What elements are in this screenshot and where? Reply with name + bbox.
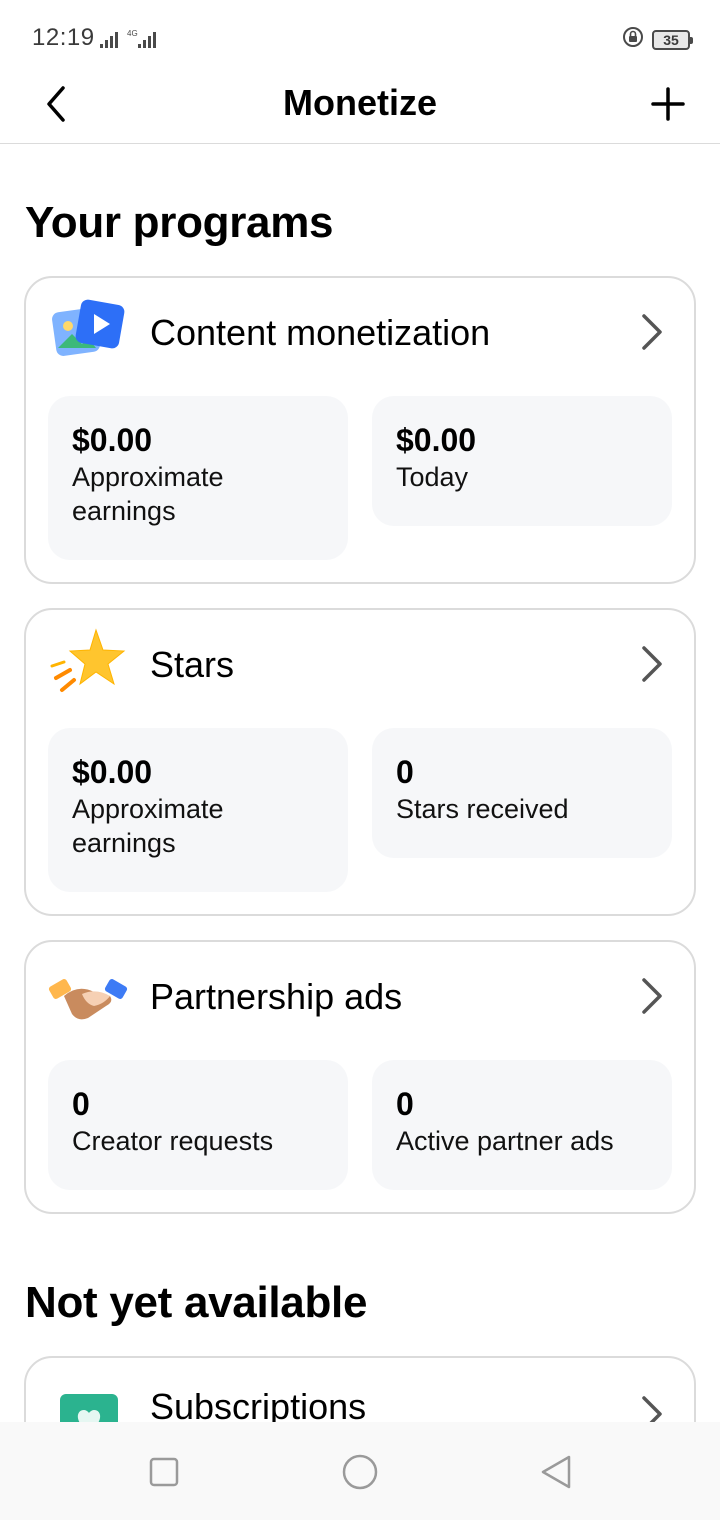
circle-icon — [342, 1454, 378, 1490]
rotation-lock-icon — [622, 26, 644, 53]
system-back-button[interactable] — [534, 1450, 578, 1494]
triangle-back-icon — [541, 1455, 571, 1489]
stat-value: $0.00 — [72, 422, 153, 458]
stat-value: 0 — [396, 1086, 414, 1122]
stat-label: Approximate earnings — [72, 794, 224, 858]
section-title-your-programs: Your programs — [25, 198, 334, 247]
add-button[interactable] — [642, 78, 694, 130]
stat-value: 0 — [396, 754, 414, 790]
program-card-content-monetization[interactable]: Content monetization $0.00 Approximate e… — [24, 276, 696, 584]
stat-value: $0.00 — [396, 422, 477, 458]
stat-label: Approximate earnings — [72, 462, 224, 526]
card-header[interactable]: Content monetization — [26, 278, 694, 390]
card-header[interactable]: Stars — [26, 610, 694, 722]
stat-label: Today — [396, 462, 469, 492]
stat-today: $0.00 Today — [372, 396, 672, 526]
stat-label: Active partner ads — [396, 1126, 614, 1156]
stat-label: Stars received — [396, 794, 569, 824]
chevron-right-icon — [636, 976, 668, 1016]
chevron-right-icon — [636, 312, 668, 352]
card-title: Content monetization — [150, 312, 491, 353]
app-header: Monetize — [0, 76, 720, 144]
home-button[interactable] — [338, 1450, 382, 1494]
photo-video-icon — [48, 292, 128, 372]
status-right: 35 — [622, 26, 693, 53]
stat-label: Creator requests — [72, 1126, 274, 1156]
program-card-partnership-ads[interactable]: Partnership ads 0 Creator requests 0 Act… — [24, 940, 696, 1214]
star-icon — [48, 624, 128, 704]
stat-approximate-earnings: $0.00 Approximate earnings — [48, 728, 348, 892]
stat-stars-received: 0 Stars received — [372, 728, 672, 858]
status-bar: 12:19 4G 35 — [0, 0, 720, 76]
network-type: 4G — [127, 29, 138, 38]
stat-value: $0.00 — [72, 754, 153, 790]
program-card-stars[interactable]: Stars $0.00 Approximate earnings 0 Stars… — [24, 608, 696, 916]
stat-approximate-earnings: $0.00 Approximate earnings — [48, 396, 348, 560]
plus-icon — [651, 87, 685, 121]
handshake-icon — [48, 956, 128, 1036]
battery-icon: 35 — [652, 29, 693, 50]
recents-button[interactable] — [142, 1450, 186, 1494]
square-icon — [149, 1457, 179, 1487]
system-nav-bar — [0, 1422, 720, 1520]
chevron-right-icon — [636, 644, 668, 684]
stat-creator-requests: 0 Creator requests — [48, 1060, 348, 1190]
card-title: Partnership ads — [150, 976, 403, 1017]
page-title: Monetize — [282, 82, 437, 123]
stat-value: 0 — [72, 1086, 90, 1122]
card-header[interactable]: Partnership ads — [26, 942, 694, 1054]
card-title: Stars — [150, 644, 235, 685]
section-title-not-yet-available: Not yet available — [25, 1278, 368, 1327]
status-time: 12:19 — [32, 24, 95, 51]
stat-active-partner-ads: 0 Active partner ads — [372, 1060, 672, 1190]
signal-icon: 4G — [100, 28, 162, 55]
